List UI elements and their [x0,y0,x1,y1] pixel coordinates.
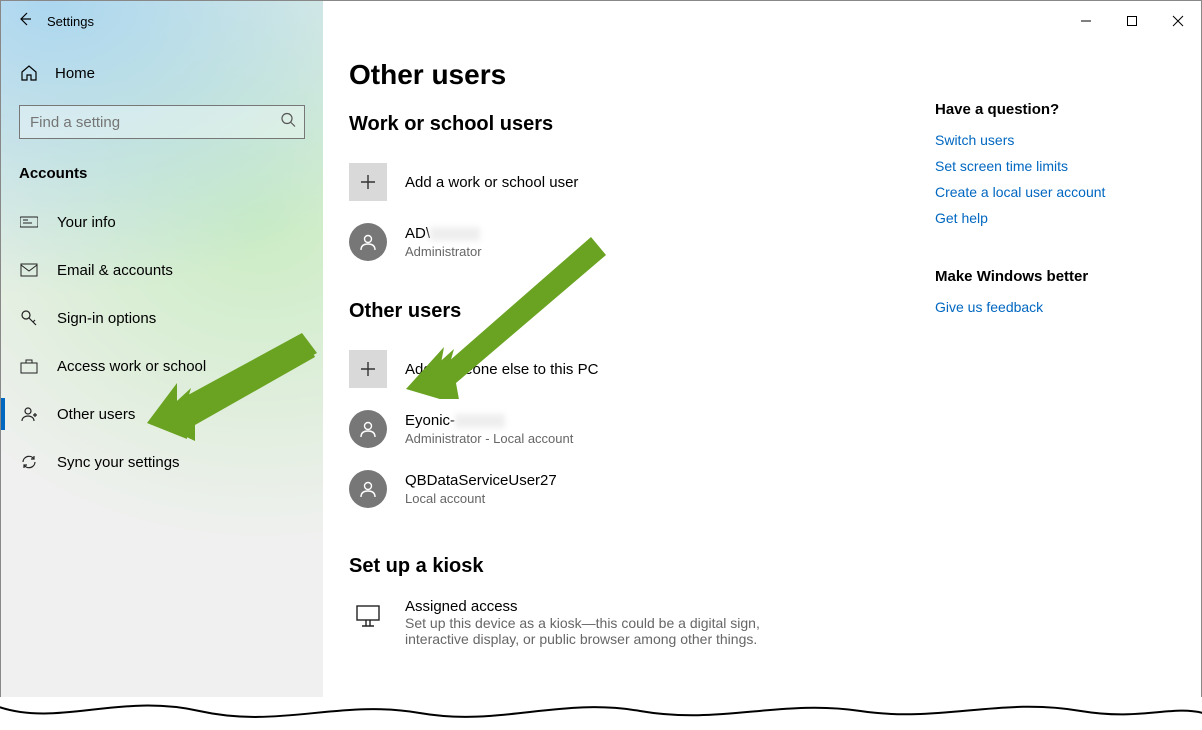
sync-icon [19,453,39,471]
help-link-switch-users[interactable]: Switch users [935,132,1175,148]
feedback-link[interactable]: Give us feedback [935,299,1175,315]
add-other-user-label: Add someone else to this PC [405,361,598,378]
kiosk-desc: Set up this device as a kiosk—this could… [405,615,825,647]
sidebar-item-sync[interactable]: Sync your settings [1,438,323,486]
main-content: Other users Work or school users Add a w… [323,41,1201,729]
redacted-text [455,414,505,428]
work-user-role: Administrator [405,244,482,259]
sidebar-item-other-users[interactable]: Other users [1,390,323,438]
help-link-create-local[interactable]: Create a local user account [935,184,1175,200]
other-users-icon [19,405,39,423]
plus-icon [349,163,387,201]
user-avatar-icon [349,470,387,508]
user-avatar-icon [349,410,387,448]
other-user-row[interactable]: QBDataServiceUser27 Local account [349,459,895,519]
window-title: Settings [47,14,94,29]
window-controls [1063,5,1201,37]
sidebar-item-label: Other users [57,406,135,423]
other-user-role: Administrator - Local account [405,431,573,446]
minimize-button[interactable] [1063,5,1109,37]
sidebar-nav: Your info Email & accounts Sign-in optio… [1,198,323,486]
sidebar-item-work[interactable]: Access work or school [1,342,323,390]
improve-heading: Make Windows better [935,268,1175,285]
add-work-user-label: Add a work or school user [405,174,578,191]
titlebar: Settings [1,1,1201,41]
other-user-row[interactable]: Eyonic- Administrator - Local account [349,399,895,459]
sidebar-item-email[interactable]: Email & accounts [1,246,323,294]
help-link-screen-time[interactable]: Set screen time limits [935,158,1175,174]
home-label: Home [55,65,95,82]
other-user-name: QBDataServiceUser27 [405,472,557,489]
user-avatar-icon [349,223,387,261]
plus-icon [349,350,387,388]
work-users-heading: Work or school users [349,113,895,136]
settings-window: Settings Home [0,0,1202,730]
add-work-user-button[interactable]: Add a work or school user [349,152,895,212]
sidebar-item-label: Sync your settings [57,454,180,471]
page-title: Other users [349,59,895,91]
redacted-text [430,227,480,241]
help-panel: Have a question? Switch users Set screen… [935,59,1175,729]
sidebar-item-label: Your info [57,214,116,231]
sidebar-item-your-info[interactable]: Your info [1,198,323,246]
kiosk-title: Assigned access [405,598,825,615]
assigned-access-button[interactable]: Assigned access Set up this device as a … [349,594,895,654]
key-icon [19,309,39,327]
add-other-user-button[interactable]: Add someone else to this PC [349,339,895,399]
close-button[interactable] [1155,5,1201,37]
search-input[interactable] [20,106,304,138]
home-icon [19,64,39,82]
back-button[interactable] [17,11,33,32]
other-user-name: Eyonic- [405,412,573,429]
mail-icon [19,263,39,277]
work-user-name: AD\ [405,225,482,242]
sidebar-section-header: Accounts [1,151,323,192]
user-info-icon [19,215,39,229]
sidebar-item-label: Sign-in options [57,310,156,327]
work-user-row[interactable]: AD\ Administrator [349,212,895,272]
sidebar: Home Accounts Your info Em [1,1,323,729]
maximize-button[interactable] [1109,5,1155,37]
help-link-get-help[interactable]: Get help [935,210,1175,226]
other-users-heading: Other users [349,300,895,323]
sidebar-item-label: Access work or school [57,358,206,375]
kiosk-icon [349,598,387,630]
search-icon [280,112,296,133]
sidebar-item-label: Email & accounts [57,262,173,279]
question-heading: Have a question? [935,101,1175,118]
other-user-role: Local account [405,491,557,506]
home-button[interactable]: Home [1,49,323,97]
sidebar-item-signin[interactable]: Sign-in options [1,294,323,342]
kiosk-heading: Set up a kiosk [349,555,895,578]
search-box[interactable] [19,105,305,139]
briefcase-icon [19,358,39,374]
